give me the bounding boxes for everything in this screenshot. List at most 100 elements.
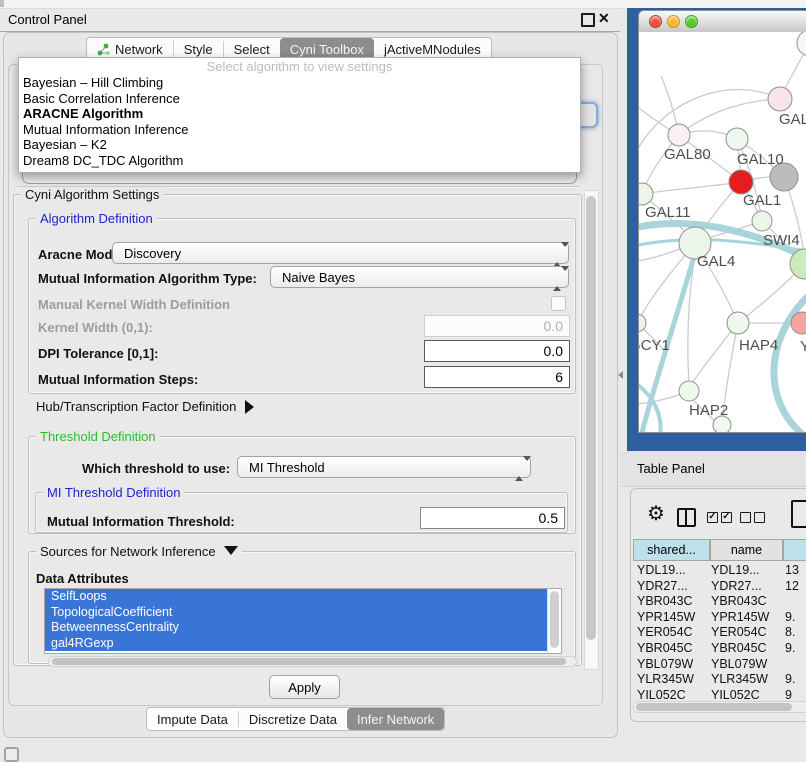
algorithm-option[interactable]: Bayesian – Hill Climbing xyxy=(19,75,580,91)
combo-spinner-icon xyxy=(515,461,523,475)
node-label: GAL4 xyxy=(697,253,735,270)
combo-spinner-icon xyxy=(553,271,561,285)
table-cell: YDR27... xyxy=(711,579,781,593)
table-cell: YER054C xyxy=(637,625,707,639)
table-row[interactable]: YPR145WYPR145W9. xyxy=(633,610,806,626)
red-node[interactable] xyxy=(729,170,753,194)
algorithm-option[interactable]: Mutual Information Inference xyxy=(19,122,580,138)
scrollbar-thumb[interactable] xyxy=(52,658,566,665)
aracne-mode-combo[interactable]: Discovery xyxy=(112,242,569,264)
scrollbar-thumb[interactable] xyxy=(636,703,792,711)
table-cell: YBR043C xyxy=(711,594,781,608)
algorithm-option[interactable]: Bayesian – K2 xyxy=(19,137,580,153)
scrollbar-thumb[interactable] xyxy=(586,196,596,640)
dpi-tolerance-field[interactable]: 0.0 xyxy=(424,340,570,362)
hub-definition-toggle[interactable]: Hub/Transcription Factor Definition xyxy=(36,399,254,414)
tab-discretize-data[interactable]: Discretize Data xyxy=(239,708,347,730)
which-threshold-label: Which threshold to use: xyxy=(82,461,230,476)
table-cell: YDL19... xyxy=(637,563,707,577)
attribute-list-item[interactable]: SelfLoops xyxy=(45,589,548,605)
data-attributes-label: Data Attributes xyxy=(36,571,129,586)
float-window-icon[interactable] xyxy=(581,13,595,27)
tab-impute-data[interactable]: Impute Data xyxy=(147,708,238,730)
apply-button[interactable]: Apply xyxy=(269,675,340,699)
dpi-tolerance-label: DPI Tolerance [0,1]: xyxy=(38,346,158,361)
algorithm-option[interactable]: ARACNE Algorithm xyxy=(19,106,580,122)
table-row[interactable]: YBR045C YBR045C 9. xyxy=(633,641,806,657)
checked-checkbox-icon[interactable]: ✓ xyxy=(721,512,732,523)
pink-node[interactable] xyxy=(768,87,792,111)
document-icon[interactable] xyxy=(791,500,806,528)
table-cell: 9. xyxy=(785,641,806,655)
collapse-down-icon xyxy=(224,546,238,555)
table-row[interactable]: YDL19...YDL19...13 xyxy=(633,563,806,579)
hap4-node[interactable] xyxy=(727,312,749,334)
table-row[interactable]: YBL079WYBL079W xyxy=(633,657,806,673)
gal10-node[interactable] xyxy=(726,128,748,150)
minimize-traffic-light-icon[interactable] xyxy=(667,15,680,28)
mi-type-combo[interactable]: Naive Bayes xyxy=(270,266,569,288)
node-label: GAL1 xyxy=(743,192,781,209)
node-label: GAL10 xyxy=(737,151,784,168)
close-traffic-light-icon[interactable] xyxy=(649,15,662,28)
panel-title: Control Panel xyxy=(8,12,87,27)
table-cell: YDR27... xyxy=(637,579,707,593)
table-horizontal-scrollbar[interactable] xyxy=(633,701,806,713)
sources-toggle[interactable]: Sources for Network Inference xyxy=(36,544,242,559)
data-attributes-list[interactable]: SelfLoopsTopologicalCoefficientBetweenne… xyxy=(44,588,562,654)
algorithm-option[interactable]: Basic Correlation Inference xyxy=(19,91,580,107)
column-header-name[interactable]: name xyxy=(710,539,783,561)
docked-panel-icon[interactable] xyxy=(4,747,19,762)
table-cell: YIL052C xyxy=(711,688,781,702)
table-cell: 9. xyxy=(785,672,806,686)
table-cell: YBR045C xyxy=(711,641,781,655)
node-label: HAP4 xyxy=(739,337,778,354)
column-header-partial[interactable]: A xyxy=(783,539,806,561)
table-row[interactable]: YBR043CYBR043C xyxy=(633,594,806,610)
column-header-shared-name[interactable]: shared... xyxy=(633,539,710,561)
gal1-node[interactable] xyxy=(752,211,772,231)
tab-infer-network[interactable]: Infer Network xyxy=(347,708,444,730)
scrollbar-thumb[interactable] xyxy=(550,591,559,648)
table-cell: YLR345W xyxy=(711,672,781,686)
columns-icon[interactable] xyxy=(677,508,696,527)
which-threshold-combo[interactable]: MI Threshold xyxy=(237,456,531,478)
table-cell: YBL079W xyxy=(711,657,781,671)
table-row[interactable]: YDR27...YDR27...12 xyxy=(633,579,806,595)
attribute-list-item[interactable]: gal4RGexp xyxy=(45,636,548,652)
node-label: Y xyxy=(800,338,806,355)
zoom-traffic-light-icon[interactable] xyxy=(685,15,698,28)
pane-collapse-handle[interactable] xyxy=(618,371,623,379)
gal80-node[interactable] xyxy=(668,124,690,146)
network-canvas[interactable]: GALGAL80GAL10GAL1GAL11SWI4GAL4GCY1HAP4YH… xyxy=(639,32,806,432)
algorithm-dropdown-list: Select algorithm to view settings Bayesi… xyxy=(18,57,581,173)
mi-threshold-field[interactable]: 0.5 xyxy=(420,507,565,529)
table-panel-title: Table Panel xyxy=(637,461,705,476)
node-label: GAL xyxy=(779,111,806,128)
gcy1-node[interactable] xyxy=(639,314,646,332)
gear-icon[interactable]: ⚙ xyxy=(647,501,665,526)
manual-kernel-checkbox[interactable] xyxy=(551,296,566,311)
network-window-titlebar[interactable] xyxy=(639,11,806,33)
group-title: Cyni Algorithm Settings xyxy=(21,187,163,202)
close-icon[interactable]: ✕ xyxy=(598,10,610,27)
node-partial-top[interactable] xyxy=(797,32,806,56)
table-row[interactable]: YER054CYER054C8. xyxy=(633,625,806,641)
horizontal-scrollbar[interactable] xyxy=(48,656,577,667)
unchecked-checkbox-icon[interactable] xyxy=(754,512,765,523)
unchecked-checkbox-icon[interactable] xyxy=(740,512,751,523)
attribute-list-item[interactable]: TopologicalCoefficient xyxy=(45,605,548,621)
list-scrollbar[interactable] xyxy=(547,589,561,653)
control-panel-titlebar: Control Panel ✕ xyxy=(0,9,620,32)
table-cell: YBR045C xyxy=(637,641,707,655)
mi-steps-field[interactable]: 6 xyxy=(424,366,570,388)
network-window[interactable]: GALGAL80GAL10GAL1GAL11SWI4GAL4GCY1HAP4YH… xyxy=(638,10,806,433)
dropdown-placeholder: Select algorithm to view settings xyxy=(19,58,580,75)
mi-threshold-label: Mutual Information Threshold: xyxy=(47,514,235,529)
algorithm-option[interactable]: Dream8 DC_TDC Algorithm xyxy=(19,153,580,169)
checked-checkbox-icon[interactable]: ✓ xyxy=(707,512,718,523)
table-row[interactable]: YLR345WYLR345W9. xyxy=(633,672,806,688)
hap2-node[interactable] xyxy=(679,381,699,401)
attribute-list-item[interactable]: BetweennessCentrality xyxy=(45,620,548,636)
group-title: MI Threshold Definition xyxy=(43,485,184,500)
